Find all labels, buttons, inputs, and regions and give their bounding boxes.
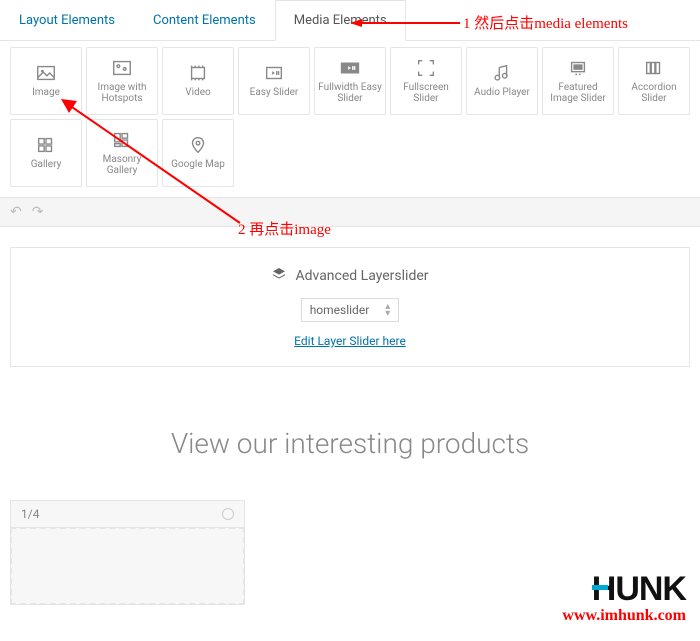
layers-icon bbox=[271, 266, 287, 286]
element-featured-image-slider[interactable]: Featured Image Slider bbox=[542, 47, 614, 115]
element-label: Video bbox=[185, 87, 210, 99]
redo-button[interactable]: ↷ bbox=[32, 204, 44, 220]
element-fullscreen-slider[interactable]: Fullscreen Slider bbox=[390, 47, 462, 115]
gallery-icon bbox=[35, 135, 57, 155]
element-label: Image with Hotspots bbox=[89, 82, 155, 105]
column-options-icon[interactable] bbox=[222, 508, 234, 520]
element-grid: Image Image with Hotspots Video Easy Sli… bbox=[0, 41, 700, 198]
element-label: Fullwidth Easy Slider bbox=[317, 82, 383, 105]
element-accordion-slider[interactable]: Accordion Slider bbox=[618, 47, 690, 115]
watermark-url: www.imhunk.com bbox=[562, 607, 686, 625]
column-dropzone[interactable] bbox=[10, 527, 245, 605]
element-tabs: Layout Elements Content Elements Media E… bbox=[0, 0, 700, 41]
element-label: Gallery bbox=[31, 159, 62, 171]
tab-layout-elements[interactable]: Layout Elements bbox=[0, 0, 134, 40]
element-fullwidth-easy-slider[interactable]: Fullwidth Easy Slider bbox=[314, 47, 386, 115]
video-icon bbox=[187, 63, 209, 83]
element-video[interactable]: Video bbox=[162, 47, 234, 115]
element-gallery[interactable]: Gallery bbox=[10, 119, 82, 187]
fullscreen-slider-icon bbox=[415, 58, 437, 78]
element-google-map[interactable]: Google Map bbox=[162, 119, 234, 187]
history-toolbar: ↶ ↷ bbox=[0, 198, 700, 227]
element-image-hotspots[interactable]: Image with Hotspots bbox=[86, 47, 158, 115]
fullwidth-slider-icon bbox=[339, 58, 361, 78]
layerslider-selected: homeslider bbox=[310, 303, 370, 317]
element-label: Masonry Gallery bbox=[89, 154, 155, 177]
watermark-logo: HUNK www.imhunk.com bbox=[562, 570, 686, 625]
element-label: Image bbox=[32, 87, 60, 99]
element-label: Audio Player bbox=[474, 87, 530, 99]
layerslider-title: Advanced Layerslider bbox=[295, 268, 428, 284]
element-label: Google Map bbox=[171, 159, 225, 171]
element-label: Featured Image Slider bbox=[545, 82, 611, 105]
map-pin-icon bbox=[187, 135, 209, 155]
element-audio-player[interactable]: Audio Player bbox=[466, 47, 538, 115]
tab-media-elements[interactable]: Media Elements bbox=[275, 0, 406, 41]
element-label: Fullscreen Slider bbox=[393, 82, 459, 105]
image-icon bbox=[35, 63, 57, 83]
featured-slider-icon bbox=[567, 58, 589, 78]
special-heading[interactable]: View our interesting products bbox=[10, 397, 690, 500]
undo-button[interactable]: ↶ bbox=[10, 204, 22, 220]
element-image[interactable]: Image bbox=[10, 47, 82, 115]
column-one-quarter[interactable]: 1/4 bbox=[10, 500, 245, 605]
layerslider-select[interactable]: homeslider ▴▾ bbox=[301, 298, 400, 322]
element-label: Easy Slider bbox=[250, 87, 299, 99]
column-size-label: 1/4 bbox=[21, 507, 39, 521]
element-masonry-gallery[interactable]: Masonry Gallery bbox=[86, 119, 158, 187]
element-easy-slider[interactable]: Easy Slider bbox=[238, 47, 310, 115]
edit-layerslider-link[interactable]: Edit Layer Slider here bbox=[294, 334, 406, 348]
audio-icon bbox=[491, 63, 513, 83]
tab-content-elements[interactable]: Content Elements bbox=[134, 0, 275, 40]
element-label: Accordion Slider bbox=[621, 82, 687, 105]
accordion-slider-icon bbox=[643, 58, 665, 78]
layerslider-element[interactable]: Advanced Layerslider homeslider ▴▾ Edit … bbox=[10, 247, 690, 367]
select-chevron-icon: ▴▾ bbox=[385, 303, 390, 317]
image-hotspots-icon bbox=[111, 58, 133, 78]
easy-slider-icon bbox=[263, 63, 285, 83]
masonry-icon bbox=[111, 130, 133, 150]
